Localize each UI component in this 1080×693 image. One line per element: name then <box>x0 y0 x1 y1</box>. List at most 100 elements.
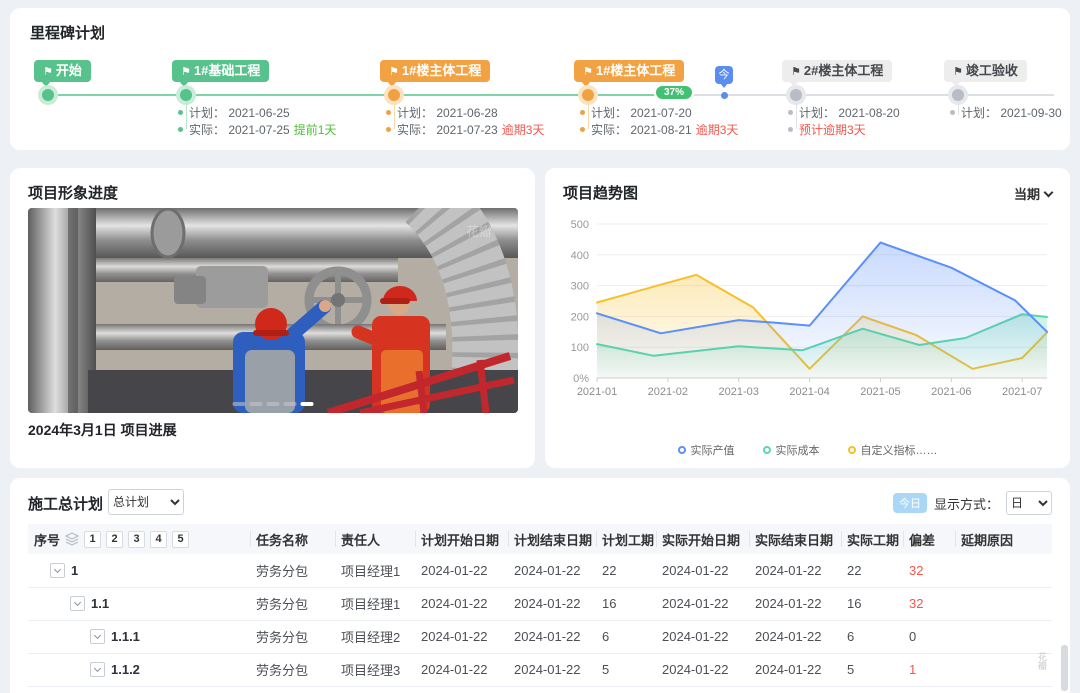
actual-bullet <box>178 127 183 132</box>
display-mode-select[interactable]: 日 <box>1006 491 1052 515</box>
cell-task: 劳务分包 <box>250 554 335 587</box>
carousel-dash[interactable] <box>267 402 280 406</box>
cell-deviation: 32 <box>903 587 955 620</box>
legend-label: 实际成本 <box>776 442 820 458</box>
cell-plan-days: 16 <box>596 587 656 620</box>
progress-photo-image: 花瓣 <box>28 208 518 413</box>
milestone-flag: ⚑1#楼主体工程 <box>380 60 490 82</box>
row-expander[interactable] <box>50 563 65 578</box>
progress-percent-pill: 37% <box>654 84 694 101</box>
today-chip-button[interactable]: 今日 <box>893 493 927 513</box>
milestone-flag: ⚑竣工验收 <box>944 60 1027 82</box>
milestone-label: 1#基础工程 <box>194 63 260 78</box>
row-seq: 1.1.1 <box>111 629 140 644</box>
schedule-table: 序号 1 2 3 4 5 任务 <box>28 524 1052 687</box>
cell-delay-reason <box>955 554 1052 587</box>
actual-bullet <box>788 127 793 132</box>
level-button-4[interactable]: 4 <box>150 531 167 548</box>
cell-actual-days: 22 <box>841 554 903 587</box>
legend-label: 自定义指标…… <box>861 442 938 458</box>
column-seq: 序号 1 2 3 4 5 <box>28 524 250 554</box>
actual-bullet <box>580 127 585 132</box>
row-seq: 1 <box>71 563 78 578</box>
cell-actual-start: 2024-01-22 <box>656 620 749 653</box>
svg-text:2021-02: 2021-02 <box>648 386 688 398</box>
plan-type-select[interactable]: 总计划 <box>108 489 184 515</box>
table-row: 1.1.1 劳务分包 项目经理2 2024-01-22 2024-01-22 6… <box>28 620 1052 653</box>
actual-date: 实际： 2021-08-21 <box>591 123 692 137</box>
milestone-title: 里程碑计划 <box>30 22 105 43</box>
table-title: 施工总计划 <box>28 493 103 514</box>
milestone-label: 2#楼主体工程 <box>804 63 883 78</box>
edge-watermark: 花瓣 <box>1036 652 1049 670</box>
legend-ring-icon <box>763 446 771 454</box>
chevron-down-icon <box>1044 187 1054 197</box>
actual-bullet <box>386 127 391 132</box>
level-button-3[interactable]: 3 <box>128 531 145 548</box>
milestone-dates: 计划： 2021-08-20 预计逾期3天 <box>788 105 900 139</box>
legend-item-custom[interactable]: 自定义指标…… <box>848 442 938 458</box>
legend-label: 实际产值 <box>691 442 735 458</box>
period-dropdown[interactable]: 当期 <box>1014 184 1052 203</box>
svg-text:2021-07: 2021-07 <box>1002 386 1042 398</box>
row-expander[interactable] <box>70 596 85 611</box>
row-seq: 1.1 <box>91 596 109 611</box>
chevron-down-icon <box>74 599 81 606</box>
legend-item-output[interactable]: 实际产值 <box>678 442 735 458</box>
level-button-2[interactable]: 2 <box>106 531 123 548</box>
milestone-flag: ⚑2#楼主体工程 <box>782 60 892 82</box>
column-owner: 责任人 <box>335 524 415 554</box>
carousel-dash[interactable] <box>233 402 246 406</box>
table-header-row: 序号 1 2 3 4 5 任务 <box>28 524 1052 554</box>
cell-actual-days: 6 <box>841 620 903 653</box>
cell-owner: 项目经理1 <box>335 554 415 587</box>
carousel-dash[interactable] <box>284 402 297 406</box>
column-actual-days: 实际工期 <box>841 524 903 554</box>
cell-plan-end: 2024-01-22 <box>508 587 596 620</box>
progress-photo[interactable]: 花瓣 <box>28 208 518 413</box>
trend-title: 项目趋势图 <box>563 182 638 203</box>
cell-actual-end: 2024-01-22 <box>749 554 841 587</box>
column-plan-end: 计划结束日期 <box>508 524 596 554</box>
cell-plan-end: 2024-01-22 <box>508 653 596 686</box>
milestone-dot <box>42 89 54 101</box>
row-expander[interactable] <box>90 629 105 644</box>
flag-icon: ⚑ <box>389 66 399 78</box>
cell-actual-days: 16 <box>841 587 903 620</box>
legend-item-cost[interactable]: 实际成本 <box>763 442 820 458</box>
plan-date: 计划： 2021-06-28 <box>397 106 498 120</box>
column-label: 序号 <box>34 530 60 549</box>
vertical-scrollbar[interactable] <box>1061 645 1068 691</box>
milestone-dot <box>180 89 192 101</box>
project-progress-card: 项目形象进度 <box>10 168 535 468</box>
timeline-progress <box>48 94 654 96</box>
flag-icon: ⚑ <box>43 66 53 78</box>
chevron-down-icon <box>94 632 101 639</box>
column-task: 任务名称 <box>250 524 335 554</box>
milestone-dates: 计划： 2021-06-25 实际： 2021-07-25提前1天 <box>178 105 336 139</box>
milestone-card: 里程碑计划 ⚑开始 ⚑1#基础工程 ⚑1#楼主体工程 ⚑1#楼主体工程 ⚑2#楼… <box>10 8 1070 150</box>
svg-text:2021-03: 2021-03 <box>719 386 759 398</box>
dashboard-page: 里程碑计划 ⚑开始 ⚑1#基础工程 ⚑1#楼主体工程 ⚑1#楼主体工程 ⚑2#楼… <box>0 0 1080 693</box>
plan-date: 计划： 2021-06-25 <box>189 106 290 120</box>
table-toolbar: 施工总计划 总计划 今日 显示方式： 日 <box>28 488 1052 516</box>
level-button-5[interactable]: 5 <box>172 531 189 548</box>
milestone-flag: ⚑1#楼主体工程 <box>574 60 684 82</box>
flag-icon: ⚑ <box>583 66 593 78</box>
level-button-1[interactable]: 1 <box>84 531 101 548</box>
milestone-flag: ⚑1#基础工程 <box>172 60 269 82</box>
carousel-dash[interactable] <box>250 402 263 406</box>
column-plan-start: 计划开始日期 <box>415 524 508 554</box>
cell-owner: 项目经理3 <box>335 653 415 686</box>
column-deviation: 偏差 <box>903 524 955 554</box>
milestone-label: 开始 <box>56 63 82 78</box>
schedule-tag: 逾期3天 <box>502 123 545 137</box>
cell-plan-days: 5 <box>596 653 656 686</box>
milestone-label: 1#楼主体工程 <box>402 63 481 78</box>
plan-date: 计划： 2021-08-20 <box>799 106 900 120</box>
actual-date: 实际： 2021-07-25 <box>189 123 290 137</box>
carousel-dash-active[interactable] <box>301 402 314 406</box>
svg-text:100: 100 <box>571 342 589 354</box>
cell-deviation: 1 <box>903 653 955 686</box>
row-expander[interactable] <box>90 662 105 677</box>
